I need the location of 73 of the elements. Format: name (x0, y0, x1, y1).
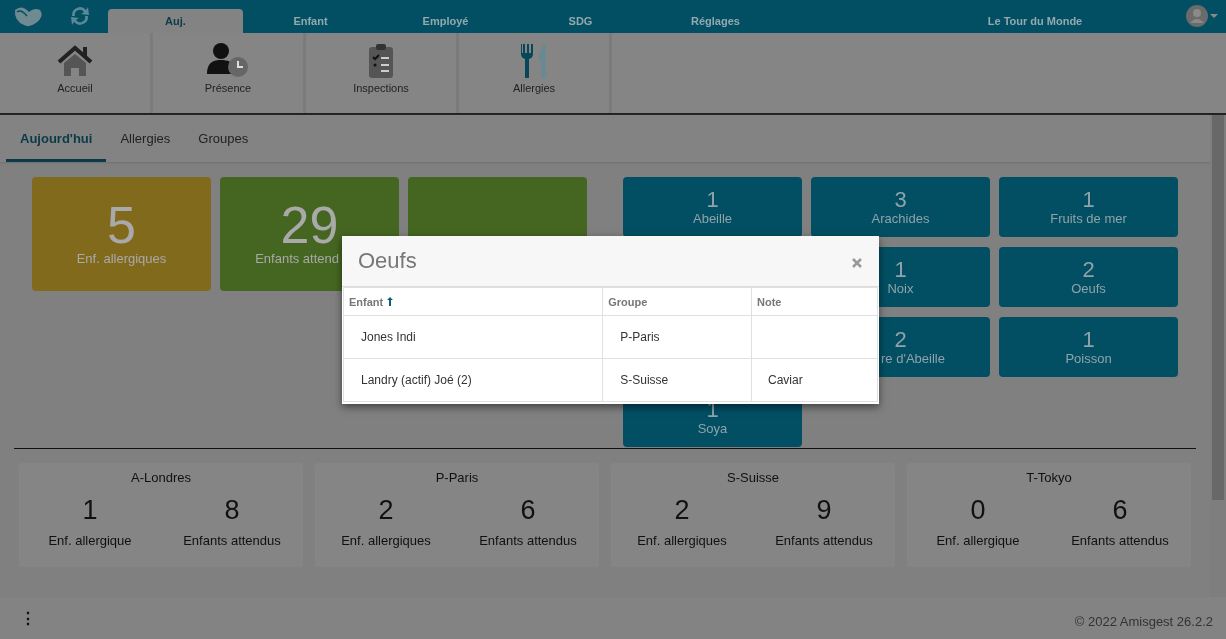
allergic-label: Enf. allergiques (637, 533, 727, 548)
copyright: © 2022 Amisgest 26.2.2 (1074, 612, 1213, 629)
person-clock-icon (206, 42, 250, 78)
allergic-count: 2 (674, 495, 690, 525)
allergy-tile[interactable]: 1 Fruits de mer (999, 177, 1178, 237)
caret-icon (1210, 14, 1218, 18)
allergy-tile[interactable]: 1 Abeille (623, 177, 802, 237)
site-name: Le Tour du Monde (986, 14, 1084, 29)
more-menu-button[interactable]: ⋮ (16, 608, 40, 628)
expected-count: 8 (224, 495, 240, 525)
table-cell: S-Suisse (602, 358, 752, 402)
allergic-label: Enf. allergiques (341, 533, 431, 548)
nav-tab[interactable]: Auj. (108, 9, 243, 33)
allergy-count: 1 (706, 188, 719, 211)
group-name: T-Tokyo (1026, 470, 1072, 485)
allergic-count: 1 (82, 495, 98, 525)
stat-label: Enf. allergiques (76, 251, 167, 266)
user-menu[interactable] (1186, 5, 1218, 27)
page-tab[interactable]: Allergies (106, 115, 185, 162)
group-name: A-Londres (131, 470, 191, 485)
expected-label: Enfants attendus (1071, 533, 1169, 548)
user-icon (1186, 5, 1208, 27)
allergy-name: Oeufs (1071, 280, 1106, 296)
allergy-name: Fruits de mer (1050, 210, 1127, 226)
refresh-icon (68, 4, 92, 28)
column-header[interactable]: Enfant (343, 287, 603, 316)
allergic-count: 2 (378, 495, 394, 525)
allergy-count: 1 (894, 258, 907, 281)
table-cell: Jones Indi (343, 315, 603, 359)
table-cell: P-Paris (602, 315, 752, 359)
nav-tab[interactable]: SDG (513, 9, 648, 33)
column-header[interactable]: Note (751, 287, 878, 316)
close-icon (851, 257, 863, 269)
allergic-label: Enf. allergique (936, 533, 1020, 548)
allergy-tile[interactable]: 3 Arachides (811, 177, 990, 237)
expected-label: Enfants attendus (183, 533, 281, 548)
allergy-name: re d'Abeille (881, 350, 945, 366)
expected-count: 9 (816, 495, 832, 525)
allergy-count: 1 (1082, 328, 1095, 351)
allergy-name: Noix (887, 280, 914, 296)
close-button[interactable] (851, 257, 863, 269)
dialog-title: Oeufs (358, 248, 417, 274)
table-cell: Landry (actif) Joé (2) (343, 358, 603, 402)
allergy-tile[interactable]: 2 Oeufs (999, 247, 1178, 307)
column-header[interactable]: Groupe (602, 287, 752, 316)
allergic-count: 0 (970, 495, 986, 525)
allergy-tile[interactable]: 1 Poisson (999, 317, 1178, 377)
expected-count: 6 (520, 495, 536, 525)
stat-value: 29 (280, 199, 339, 251)
nav-tab[interactable]: Employé (378, 9, 513, 33)
stat-label: Enfants attend (255, 251, 339, 266)
allergic-label: Enf. allergique (48, 533, 132, 548)
allergy-name: Arachides (871, 210, 930, 226)
nav-tab[interactable]: Enfant (243, 9, 378, 33)
expected-label: Enfants attendus (479, 533, 577, 548)
allergy-count: 3 (894, 188, 907, 211)
allergy-count: 2 (894, 328, 907, 351)
allergy-count: 2 (1082, 258, 1095, 281)
nav-tab[interactable]: Réglages (648, 9, 783, 33)
group-name: S-Suisse (727, 470, 779, 485)
cutlery-icon (519, 42, 549, 78)
expected-count: 6 (1112, 495, 1128, 525)
allergy-name: Poisson (1065, 350, 1112, 366)
page-tab[interactable]: Groupes (184, 115, 263, 162)
stat-value: 5 (107, 199, 136, 251)
table-cell: Caviar (751, 358, 878, 402)
expected-label: Enfants attendus (775, 533, 873, 548)
clipboard-icon (367, 42, 395, 78)
allergy-count: 1 (1082, 188, 1095, 211)
group-name: P-Paris (435, 470, 479, 485)
allergy-name: Abeille (693, 210, 732, 226)
page-tab[interactable]: Aujourd'hui (6, 115, 107, 162)
allergy-name: Soya (697, 420, 728, 436)
